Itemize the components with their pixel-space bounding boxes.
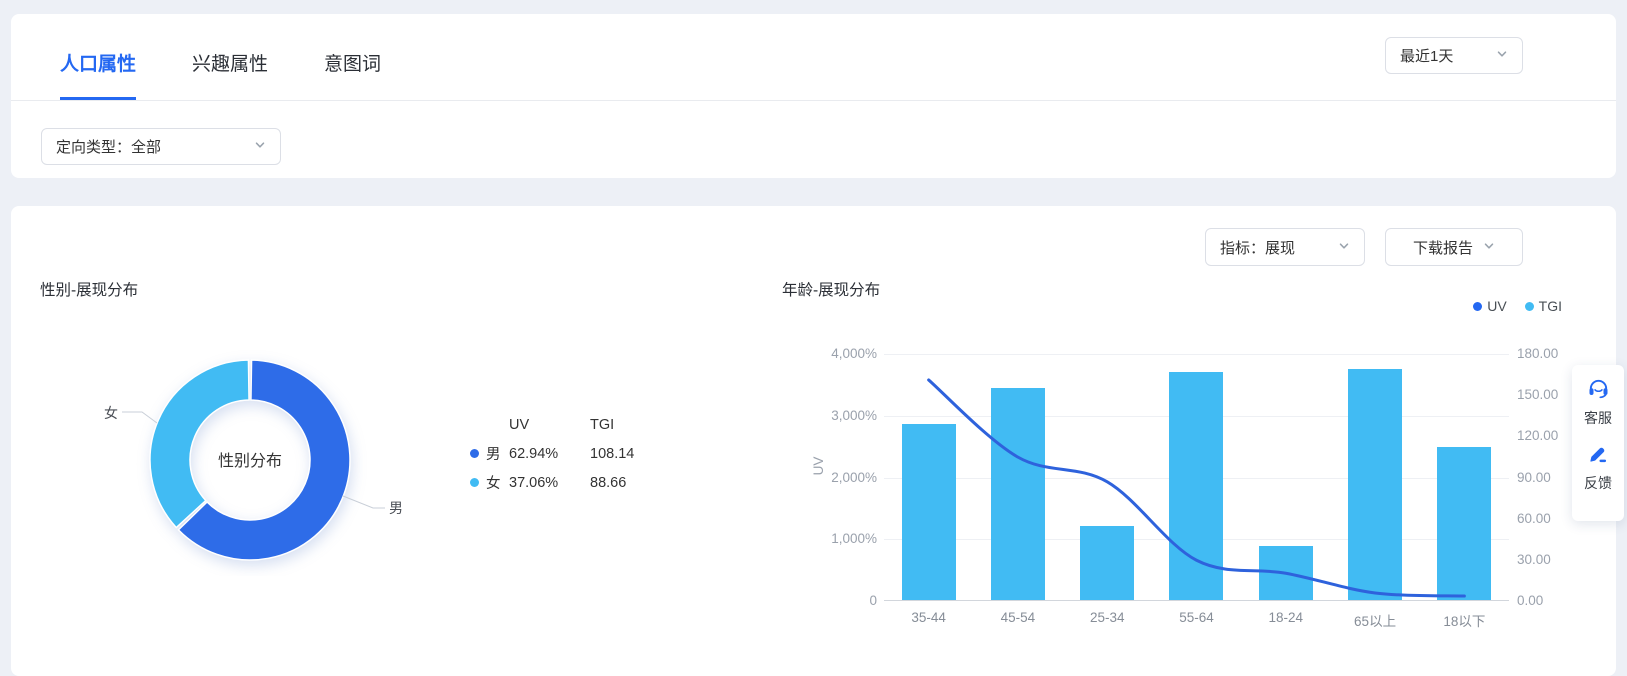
donut-leader-line [122,412,157,423]
tab-1[interactable]: 人口属性 [60,53,136,100]
gender-uv-value: 62.94% [509,446,590,462]
age-legend-label: UV [1487,298,1506,314]
x-axis-line [884,600,1509,601]
left-axis-tick: 2,000% [771,469,877,487]
float-item-反馈[interactable]: 反馈 [1584,443,1612,493]
x-axis-label: 65以上 [1333,610,1417,630]
tab-3[interactable]: 意图词 [324,53,381,100]
tabs-divider [11,100,1616,101]
left-axis-tick: 3,000% [771,407,877,425]
right-axis-tick: 30.00 [1517,551,1587,569]
age-chart-plot [884,354,1509,601]
gender-table-header-tgi: TGI [590,417,671,433]
gender-name-label: 女 [486,472,501,493]
targeting-type-select[interactable]: 定向类型：全部 [41,128,281,165]
x-axis-label: 18以下 [1422,610,1506,630]
gender-legend-table: UVTGI 男 62.94%108.14 女 37.06%88.66 [470,410,671,497]
metric-value: 指标：展现 [1220,237,1295,258]
donut-slice-女 [150,360,249,528]
gender-tgi-value: 88.66 [590,475,671,491]
age-legend-item-tgi[interactable]: TGI [1525,298,1562,314]
right-axis-tick: 0.00 [1517,592,1587,610]
age-legend-label: TGI [1539,298,1562,314]
uv-line-path [929,380,1465,596]
age-chart-title: 年龄-展现分布 [782,278,880,300]
tab-2[interactable]: 兴趣属性 [192,53,268,100]
gender-table-row: 男 62.94%108.14 [470,439,671,468]
legend-dot [470,478,479,487]
left-axis-tick: 0 [771,592,877,610]
x-axis-label: 55-64 [1155,610,1239,625]
gender-row-name: 女 [470,472,509,493]
targeting-type-value: 定向类型：全部 [56,136,161,157]
filter-card: 人口属性 兴趣属性 意图词 最近1天 定向类型：全部 [11,14,1616,178]
date-range-select[interactable]: 最近1天 [1385,37,1523,74]
x-axis-label: 25-34 [1065,610,1149,625]
metric-select[interactable]: 指标：展现 [1205,228,1365,266]
gender-chart-title: 性别-展现分布 [40,278,138,300]
donut-slice-label: 女 [104,405,118,421]
floating-toolbar: 客服反馈 [1572,365,1624,521]
gender-uv-value: 37.06% [509,475,590,491]
age-chart-legend: UV TGI [1473,298,1562,314]
headset-icon [1587,377,1610,405]
left-axis-tick: 1,000% [771,530,877,548]
age-legend-item-uv[interactable]: UV [1473,298,1506,314]
gender-name-label: 男 [486,443,501,464]
gender-row-name: 男 [470,443,509,464]
date-range-value: 最近1天 [1400,45,1453,66]
gender-table-row: 女 37.06%88.66 [470,468,671,497]
x-axis-label: 18-24 [1244,610,1328,625]
chevron-down-icon [1496,47,1508,64]
gender-tgi-value: 108.14 [590,446,671,462]
float-item-label: 反馈 [1584,473,1612,493]
chevron-down-icon [254,138,266,155]
gender-table-header-uv: UV [509,417,590,433]
float-item-label: 客服 [1584,408,1612,428]
tabs: 人口属性 兴趣属性 意图词 [60,53,437,100]
legend-dot [1525,302,1534,311]
x-axis-label: 35-44 [887,610,971,625]
gender-table-header: UVTGI [470,410,671,439]
line-series [884,354,1509,601]
right-axis-tick: 180.00 [1517,345,1587,363]
download-report-button[interactable]: 下载报告 [1385,228,1523,266]
legend-dot [1473,302,1482,311]
legend-dot [470,449,479,458]
download-report-label: 下载报告 [1413,237,1473,258]
chevron-down-icon [1338,239,1350,256]
donut-slice-label: 男 [389,500,403,516]
edit-icon [1587,443,1609,470]
gender-donut-chart: 男 女性别分布 [71,326,431,576]
chevron-down-icon [1483,239,1495,256]
float-item-客服[interactable]: 客服 [1584,377,1612,428]
report-card: 指标：展现 下载报告 性别-展现分布 男女性别分布 UVTGI男62.94%10… [11,206,1616,676]
donut-leader-line [343,496,385,508]
left-axis-tick: 4,000% [771,345,877,363]
x-axis-label: 45-54 [976,610,1060,625]
donut-center-label: 性别分布 [218,452,282,470]
